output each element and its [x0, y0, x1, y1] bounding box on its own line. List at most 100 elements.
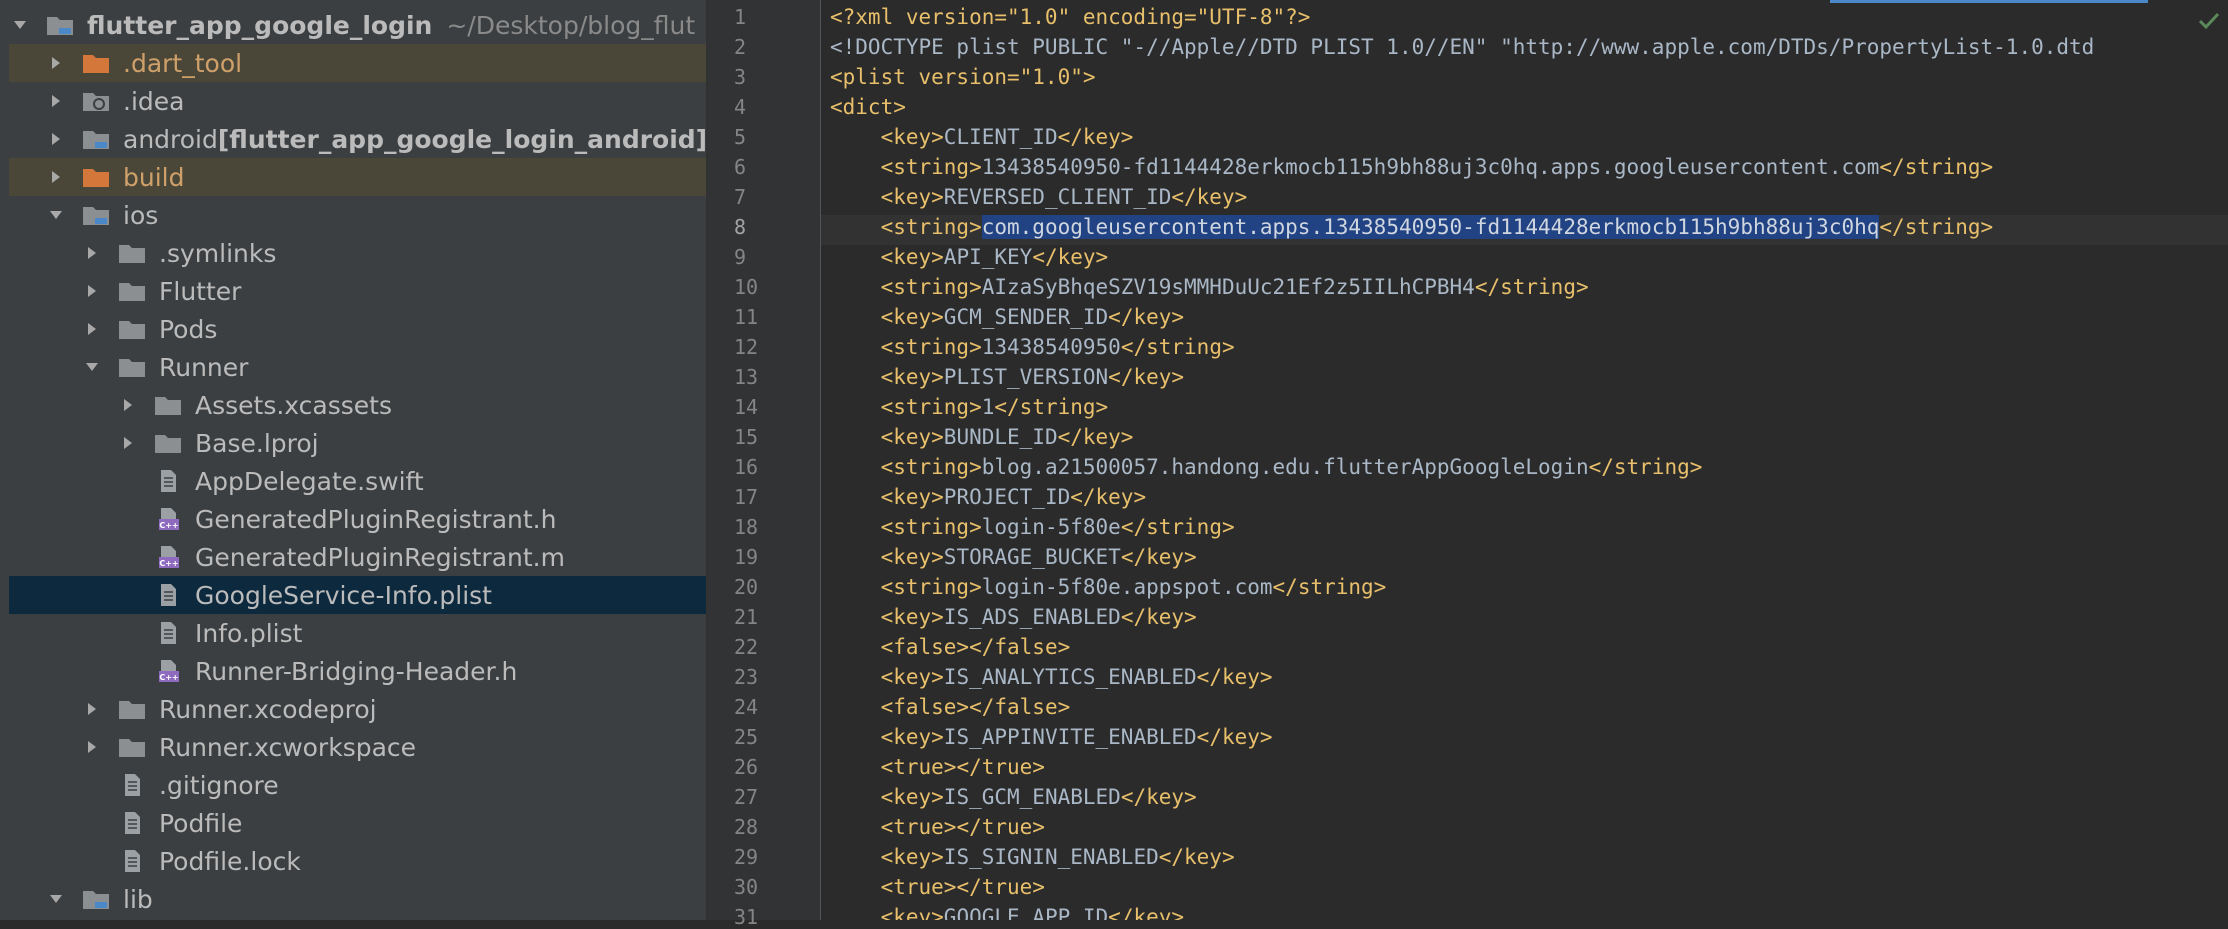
- tree-item-podfile-lock[interactable]: Podfile.lock: [9, 842, 706, 880]
- code-line: <string>blog.a21500057.handong.edu.flutt…: [880, 455, 1703, 479]
- tree-item-idea[interactable]: .idea: [9, 82, 706, 120]
- tree-item-runner-xcodeproj[interactable]: Runner.xcodeproj: [9, 690, 706, 728]
- chevron-right-icon[interactable]: [117, 394, 139, 416]
- tree-item-pods[interactable]: Pods: [9, 310, 706, 348]
- chevron-right-icon[interactable]: [45, 166, 67, 188]
- chevron-right-icon[interactable]: [45, 52, 67, 74]
- code-line: <key>IS_ADS_ENABLED</key>: [880, 605, 1197, 629]
- line-number: 21: [734, 605, 759, 629]
- line-number: 23: [734, 665, 759, 689]
- code-line: <true></true>: [880, 815, 1045, 839]
- tree-item-label: android: [123, 124, 218, 154]
- code-line: <dict>: [830, 95, 906, 119]
- tree-item-runner[interactable]: Runner: [9, 348, 706, 386]
- active-tab-indicator: [1830, 0, 2148, 3]
- tree-item-label: Base.lproj: [195, 428, 319, 458]
- tree-item-flutter[interactable]: Flutter: [9, 272, 706, 310]
- cpp-header-icon: C++: [151, 656, 185, 686]
- folder-icon: [151, 390, 185, 420]
- file-icon: [115, 846, 149, 876]
- chevron-right-icon[interactable]: [81, 318, 103, 340]
- code-line: <string>login-5f80e</string>: [880, 515, 1235, 539]
- tree-item-symlinks[interactable]: .symlinks: [9, 234, 706, 272]
- folder-icon: [115, 238, 149, 268]
- tree-item-flutter-app-google-login[interactable]: flutter_app_google_login ~/Desktop/blog_f…: [9, 6, 706, 44]
- chevron-down-icon[interactable]: [45, 888, 67, 910]
- tree-item-label: Podfile: [159, 808, 243, 838]
- module-name: [flutter_app_google_login_android]: [217, 124, 706, 154]
- code-line: <key>CLIENT_ID</key>: [880, 125, 1134, 149]
- code-line: <key>REVERSED_CLIENT_ID</key>: [880, 185, 1248, 209]
- chevron-down-icon[interactable]: [45, 204, 67, 226]
- line-number: 15: [734, 425, 759, 449]
- code-line: <!DOCTYPE plist PUBLIC "-//Apple//DTD PL…: [830, 35, 2095, 59]
- folder-icon: [115, 352, 149, 382]
- chevron-right-icon[interactable]: [117, 432, 139, 454]
- line-number: 4: [734, 95, 747, 119]
- code-line: <key>IS_GCM_ENABLED</key>: [880, 785, 1197, 809]
- tree-item-base-lproj[interactable]: Base.lproj: [9, 424, 706, 462]
- file-icon: [115, 808, 149, 838]
- chevron-right-icon[interactable]: [45, 90, 67, 112]
- code-line: <false></false>: [880, 695, 1071, 719]
- code-line: <key>PROJECT_ID</key>: [880, 485, 1147, 509]
- tree-item-build[interactable]: build: [9, 158, 706, 196]
- tree-item-appdelegate-swift[interactable]: AppDelegate.swift: [9, 462, 706, 500]
- file-icon: [115, 770, 149, 800]
- tree-item-android[interactable]: android [flutter_app_google_login_androi…: [9, 120, 706, 158]
- line-number: 12: [734, 335, 759, 359]
- code-line: <key>STORAGE_BUCKET</key>: [880, 545, 1197, 569]
- code-line: <true></true>: [880, 875, 1045, 899]
- tree-item-podfile[interactable]: Podfile: [9, 804, 706, 842]
- tree-item-gitignore[interactable]: .gitignore: [9, 766, 706, 804]
- tree-item-label: .symlinks: [159, 238, 277, 268]
- project-tree-panel: flutter_app_google_login ~/Desktop/blog_f…: [0, 0, 706, 920]
- tree-item-label: lib: [123, 884, 153, 914]
- tree-item-label: GeneratedPluginRegistrant.h: [195, 504, 557, 534]
- tree-item-lib[interactable]: lib: [9, 880, 706, 918]
- tree-item-generatedpluginregistrant-m[interactable]: C++ GeneratedPluginRegistrant.m: [9, 538, 706, 576]
- chevron-right-icon[interactable]: [81, 698, 103, 720]
- line-number: 19: [734, 545, 759, 569]
- line-number: 26: [734, 755, 759, 779]
- module-folder-icon: [79, 200, 113, 230]
- tree-item-label: .dart_tool: [123, 48, 243, 78]
- tree-item-label: Pods: [159, 314, 218, 344]
- code-editor[interactable]: <?xml version="1.0" encoding="UTF-8"?> <!…: [821, 0, 2228, 920]
- file-icon: [151, 466, 185, 496]
- tree-item-runner-xcworkspace[interactable]: Runner.xcworkspace: [9, 728, 706, 766]
- line-number: 27: [734, 785, 759, 809]
- code-line: <string>13438540950</string>: [880, 335, 1235, 359]
- tree-item-runner-bridging-header-h[interactable]: C++ Runner-Bridging-Header.h: [9, 652, 706, 690]
- tree-item-dart-tool[interactable]: .dart_tool: [9, 44, 706, 82]
- line-number: 18: [734, 515, 759, 539]
- tree-item-generatedpluginregistrant-h[interactable]: C++ GeneratedPluginRegistrant.h: [9, 500, 706, 538]
- tree-item-label: Runner-Bridging-Header.h: [195, 656, 518, 686]
- chevron-down-icon[interactable]: [81, 356, 103, 378]
- code-line: <string>login-5f80e.appspot.com</string>: [880, 575, 1387, 599]
- tree-item-info-plist[interactable]: Info.plist: [9, 614, 706, 652]
- tree-item-label: Info.plist: [195, 618, 303, 648]
- chevron-right-icon[interactable]: [81, 280, 103, 302]
- line-number: 6: [734, 155, 747, 179]
- code-line: <plist version="1.0">: [830, 65, 1096, 89]
- line-number: 3: [734, 65, 747, 89]
- tree-item-label: ios: [123, 200, 159, 230]
- line-number: 17: [734, 485, 759, 509]
- svg-text:C++: C++: [159, 521, 178, 530]
- folder-icon: [115, 276, 149, 306]
- tree-item-googleservice-info-plist[interactable]: GoogleService-Info.plist: [9, 576, 706, 614]
- chevron-down-icon[interactable]: [9, 14, 31, 36]
- chevron-right-icon[interactable]: [45, 128, 67, 150]
- chevron-right-icon[interactable]: [81, 736, 103, 758]
- cpp-header-icon: C++: [151, 504, 185, 534]
- tree-item-ios[interactable]: ios: [9, 196, 706, 234]
- line-number: 25: [734, 725, 759, 749]
- chevron-right-icon[interactable]: [81, 242, 103, 264]
- tree-item-assets-xcassets[interactable]: Assets.xcassets: [9, 386, 706, 424]
